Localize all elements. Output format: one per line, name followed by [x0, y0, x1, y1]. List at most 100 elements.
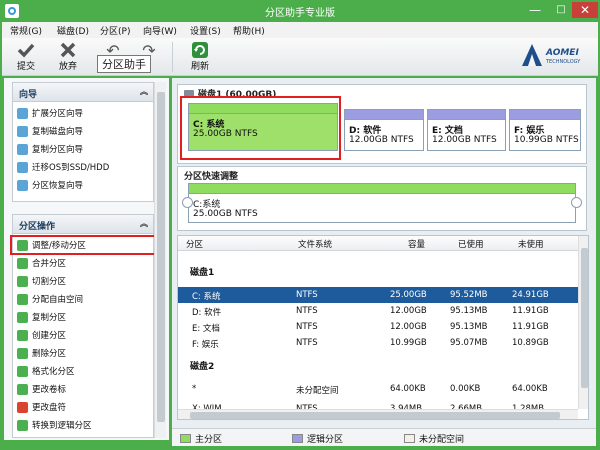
quick-adjust-partition[interactable]: C:系统 25.00GB NTFS [188, 183, 576, 223]
x-icon [58, 41, 78, 59]
op-allocate-free[interactable]: 分配自由空间 [17, 291, 83, 307]
logo-name: AOMEI [546, 48, 579, 58]
maximize-button[interactable]: □ [548, 2, 574, 18]
partition-f[interactable]: F: 娱乐 10.99GB NTFS [509, 109, 581, 151]
cell-capacity: 12.00GB [390, 322, 427, 332]
col-capacity[interactable]: 容量 [408, 238, 425, 250]
legend-label: 逻辑分区 [307, 435, 344, 445]
partition-ops-section-header[interactable]: 分区操作 ︽ [12, 214, 154, 234]
menu-settings[interactable]: 设置(S) [190, 24, 221, 37]
wizard-section-header[interactable]: 向导 ︽ [12, 82, 154, 102]
menu-help[interactable]: 帮助(H) [233, 24, 265, 37]
table-header: 分区 文件系统 容量 已使用 未使用 [178, 236, 578, 251]
op-convert-logical[interactable]: 转换到逻辑分区 [17, 417, 92, 433]
wizard-item-label: 扩展分区向导 [32, 109, 84, 119]
scroll-thumb[interactable] [190, 412, 560, 419]
menu-wizard[interactable]: 向导(W) [143, 24, 177, 37]
wizard-list: 扩展分区向导 复制磁盘向导 复制分区向导 迁移OS到SSD/HDD 分区恢复向导 [12, 102, 154, 202]
col-unused[interactable]: 未使用 [518, 238, 544, 250]
discard-button[interactable]: 放弃 [53, 41, 83, 74]
op-label: 更改盘符 [32, 403, 67, 413]
table-horizontal-scrollbar[interactable] [178, 409, 578, 419]
op-format[interactable]: 格式化分区 [17, 363, 75, 379]
partition-usage-bar [510, 110, 580, 120]
op-label: 分配自由空间 [32, 295, 84, 305]
cell-used: 0.00KB [450, 384, 481, 394]
scroll-thumb[interactable] [157, 92, 165, 422]
table-row[interactable]: E: 文档 NTFS 12.00GB 95.13MB 11.91GB [178, 319, 578, 335]
partition-size: 25.00GB NTFS [193, 209, 258, 219]
op-change-label[interactable]: 更改卷标 [17, 381, 66, 397]
table-vertical-scrollbar[interactable] [578, 236, 588, 409]
create-icon [17, 329, 28, 341]
partition-recovery-icon [17, 179, 28, 191]
extend-wizard-icon [17, 107, 28, 119]
wizard-item-recovery[interactable]: 分区恢复向导 [17, 177, 83, 193]
cell-used: 95.13MB [450, 306, 488, 316]
partition-size: 10.99GB NTFS [514, 135, 579, 145]
cell-unused: 64.00KB [512, 384, 548, 394]
close-button[interactable]: ✕ [572, 2, 598, 18]
partition-ops-section-title: 分区操作 [19, 222, 56, 232]
op-copy[interactable]: 复制分区 [17, 309, 66, 325]
wizard-item-label: 迁移OS到SSD/HDD [32, 163, 110, 173]
aomei-logo: AOMEI TECHNOLOGY [520, 42, 590, 70]
quick-adjust-panel: 分区快速调整 C:系统 25.00GB NTFS [177, 166, 587, 231]
op-delete[interactable]: 删除分区 [17, 345, 66, 361]
wizard-section-title: 向导 [19, 90, 38, 100]
wizard-item-migrate-os[interactable]: 迁移OS到SSD/HDD [17, 159, 109, 175]
menu-general[interactable]: 常规(G) [10, 24, 42, 37]
right-resize-handle[interactable] [571, 197, 582, 208]
table-row[interactable]: * 未分配空间 64.00KB 0.00KB 64.00KB [178, 381, 578, 397]
cell-partition: E: 文档 [192, 324, 220, 334]
col-partition[interactable]: 分区 [186, 238, 203, 250]
partition-e[interactable]: E: 文档 12.00GB NTFS [427, 109, 506, 151]
op-create[interactable]: 创建分区 [17, 327, 66, 343]
minimize-button[interactable]: — [522, 2, 548, 18]
scroll-thumb[interactable] [581, 248, 588, 388]
cell-used: 95.13MB [450, 322, 488, 332]
wizard-item-extend[interactable]: 扩展分区向导 [17, 105, 83, 121]
cell-capacity: 64.00KB [390, 384, 426, 394]
op-label: 复制分区 [32, 313, 67, 323]
legend-unallocated: 未分配空间 [404, 432, 464, 445]
migrate-os-icon [17, 161, 28, 173]
toolbar: 提交 放弃 ↶ ↷ 刷新 AOMEI TECHNOLOGY [2, 38, 598, 76]
partition-d[interactable]: D: 软件 12.00GB NTFS [344, 109, 424, 151]
cell-partition: C: 系统 [192, 292, 221, 302]
convert-icon [17, 419, 28, 431]
op-change-letter[interactable]: 更改盘符 [17, 399, 66, 415]
cell-filesystem: 未分配空间 [296, 386, 339, 396]
partition-ops-list: 调整/移动分区 合并分区 切割分区 分配自由空间 复制分区 创建分区 删除分区 … [12, 234, 154, 438]
wizard-item-label: 复制分区向导 [32, 145, 84, 155]
wizard-item-copy-disk[interactable]: 复制磁盘向导 [17, 123, 83, 139]
menu-disk[interactable]: 磁盘(D) [57, 24, 89, 37]
commit-button[interactable]: 提交 [11, 41, 41, 74]
logical-swatch [292, 434, 303, 443]
left-scrollbar[interactable] [154, 82, 166, 438]
wizard-item-label: 分区恢复向导 [32, 181, 84, 191]
cell-capacity: 12.00GB [390, 306, 427, 316]
table-row[interactable]: C: 系统 NTFS 25.00GB 95.52MB 24.91GB [178, 287, 578, 303]
cell-filesystem: NTFS [296, 290, 318, 300]
merge-icon [17, 257, 28, 269]
menu-bar: 常规(G) 磁盘(D) 分区(P) 向导(W) 设置(S) 帮助(H) [2, 22, 598, 38]
left-resize-handle[interactable] [182, 197, 193, 208]
collapse-icon[interactable]: ︽ [140, 218, 148, 229]
col-filesystem[interactable]: 文件系统 [298, 238, 332, 250]
commit-label: 提交 [16, 62, 35, 72]
refresh-button[interactable]: 刷新 [185, 41, 215, 74]
menu-partition[interactable]: 分区(P) [100, 24, 130, 37]
wizard-item-copy-partition[interactable]: 复制分区向导 [17, 141, 83, 157]
cell-capacity: 25.00GB [390, 290, 427, 300]
table-row[interactable]: F: 娱乐 NTFS 10.99GB 95.07MB 10.89GB [178, 335, 578, 351]
op-split[interactable]: 切割分区 [17, 273, 66, 289]
collapse-icon[interactable]: ︽ [140, 86, 148, 97]
op-merge[interactable]: 合并分区 [17, 255, 66, 271]
table-row[interactable]: D: 软件 NTFS 12.00GB 95.13MB 11.91GB [178, 303, 578, 319]
partition-table: 分区 文件系统 容量 已使用 未使用 磁盘1 C: 系统 NTFS 25.00G… [177, 235, 589, 420]
col-used[interactable]: 已使用 [458, 238, 484, 250]
discard-label: 放弃 [58, 62, 77, 72]
split-icon [17, 275, 28, 287]
partition-size: 12.00GB NTFS [432, 135, 497, 145]
